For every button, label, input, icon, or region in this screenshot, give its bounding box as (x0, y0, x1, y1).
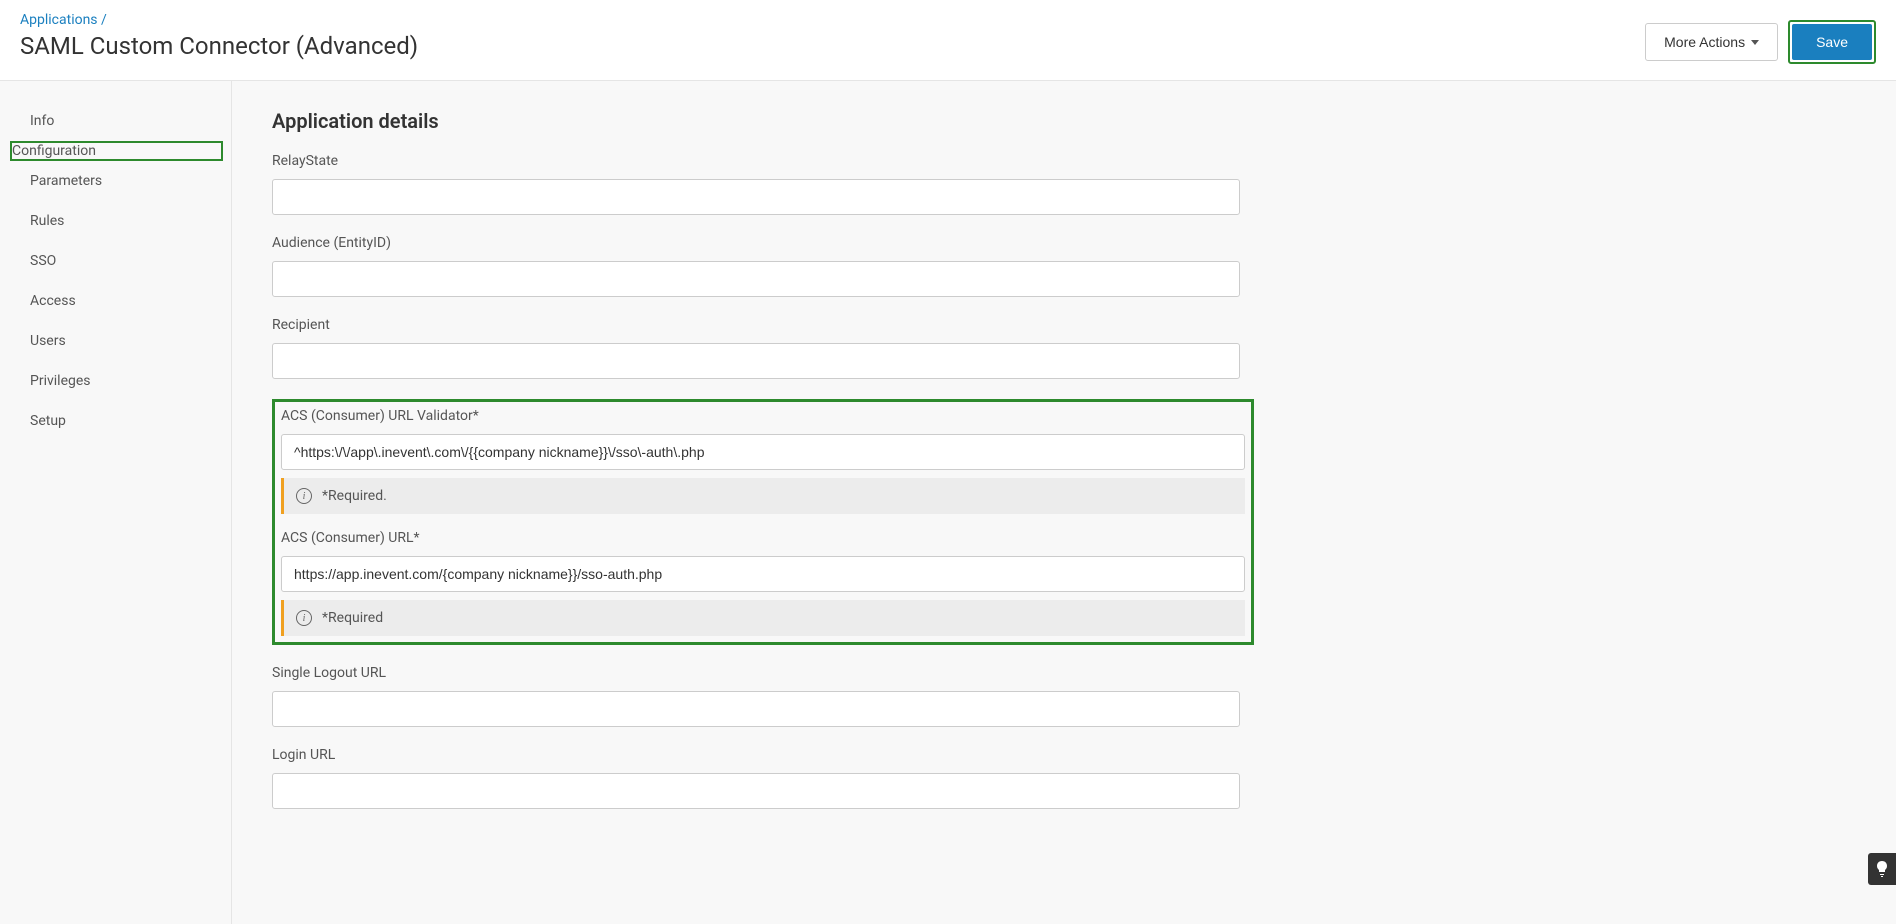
sidebar-item-info[interactable]: Info (0, 101, 231, 141)
field-relaystate: RelayState (272, 153, 1856, 215)
audience-label: Audience (EntityID) (272, 235, 1856, 251)
field-recipient: Recipient (272, 317, 1856, 379)
breadcrumb-parent-link[interactable]: Applications (20, 12, 98, 28)
recipient-label: Recipient (272, 317, 1856, 333)
save-button[interactable]: Save (1792, 24, 1872, 60)
more-actions-label: More Actions (1664, 34, 1745, 50)
login-url-input[interactable] (272, 773, 1240, 809)
section-title: Application details (272, 109, 1856, 133)
acs-url-label: ACS (Consumer) URL* (281, 530, 1245, 546)
field-acs-url: ACS (Consumer) URL* i *Required (281, 530, 1245, 636)
header-actions: More Actions Save (1645, 12, 1876, 64)
sidebar-item-sso[interactable]: SSO (0, 241, 231, 281)
main: Info Configuration Parameters Rules SSO … (0, 81, 1896, 924)
acs-validator-note-text: *Required. (322, 488, 387, 504)
lightbulb-icon (1875, 860, 1889, 878)
recipient-input[interactable] (272, 343, 1240, 379)
chevron-down-icon (1751, 40, 1759, 45)
content: Application details RelayState Audience … (232, 81, 1896, 924)
sidebar-item-configuration[interactable]: Configuration (12, 143, 221, 159)
slo-label: Single Logout URL (272, 665, 1856, 681)
sidebar-item-configuration-highlight: Configuration (10, 141, 223, 161)
acs-highlight-block: ACS (Consumer) URL Validator* i *Require… (272, 399, 1254, 645)
field-audience: Audience (EntityID) (272, 235, 1856, 297)
acs-validator-note: i *Required. (281, 478, 1245, 514)
acs-validator-label: ACS (Consumer) URL Validator* (281, 408, 1245, 424)
audience-input[interactable] (272, 261, 1240, 297)
acs-url-input[interactable] (281, 556, 1245, 592)
acs-url-note: i *Required (281, 600, 1245, 636)
relaystate-input[interactable] (272, 179, 1240, 215)
relaystate-label: RelayState (272, 153, 1856, 169)
breadcrumb-separator: / (101, 12, 107, 28)
header-left: Applications / SAML Custom Connector (Ad… (20, 12, 418, 60)
info-icon: i (296, 610, 312, 626)
page-header: Applications / SAML Custom Connector (Ad… (0, 0, 1896, 81)
acs-url-note-text: *Required (322, 610, 383, 626)
breadcrumb: Applications / (20, 12, 418, 28)
login-url-label: Login URL (272, 747, 1856, 763)
acs-validator-input[interactable] (281, 434, 1245, 470)
field-slo: Single Logout URL (272, 665, 1856, 727)
help-fab[interactable] (1868, 853, 1896, 885)
sidebar-item-users[interactable]: Users (0, 321, 231, 361)
page-title: SAML Custom Connector (Advanced) (20, 32, 418, 60)
sidebar-item-privileges[interactable]: Privileges (0, 361, 231, 401)
sidebar-item-access[interactable]: Access (0, 281, 231, 321)
sidebar-item-rules[interactable]: Rules (0, 201, 231, 241)
sidebar-item-setup[interactable]: Setup (0, 401, 231, 441)
field-login-url: Login URL (272, 747, 1856, 809)
sidebar-item-parameters[interactable]: Parameters (0, 161, 231, 201)
more-actions-button[interactable]: More Actions (1645, 23, 1778, 61)
info-icon: i (296, 488, 312, 504)
slo-input[interactable] (272, 691, 1240, 727)
field-acs-validator: ACS (Consumer) URL Validator* i *Require… (281, 408, 1245, 514)
sidebar: Info Configuration Parameters Rules SSO … (0, 81, 232, 924)
save-button-highlight: Save (1788, 20, 1876, 64)
